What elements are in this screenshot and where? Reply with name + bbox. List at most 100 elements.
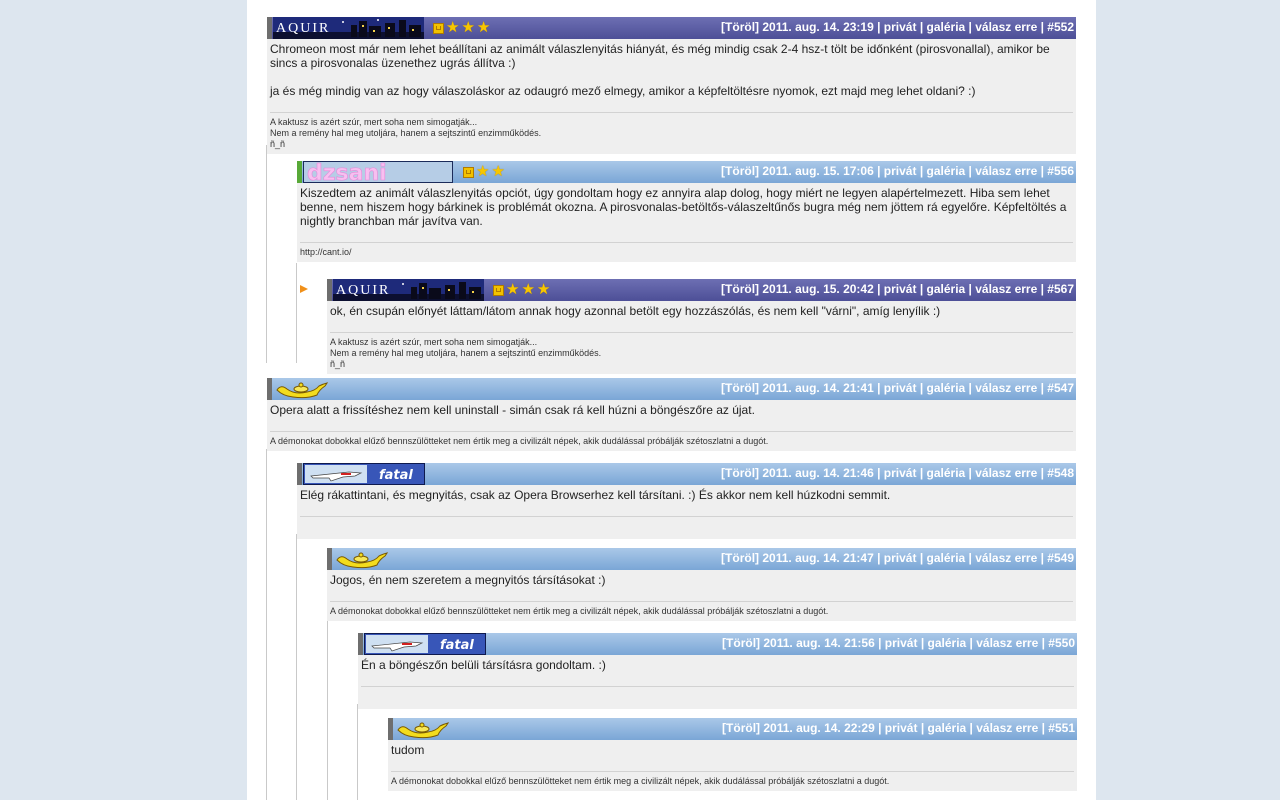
magic-lamp-icon (276, 382, 329, 399)
signature-line: A kaktusz is azért szúr, mert soha nem s… (270, 117, 478, 127)
comment-marker (267, 17, 272, 39)
comment-marker (327, 548, 332, 570)
comment-meta-links[interactable]: [Töröl] 2011. aug. 14. 21:56 | privát | … (722, 636, 1075, 650)
magic-lamp-icon (397, 722, 450, 739)
comment-header: [Töröl] 2011. aug. 14. 21:41 | privát | … (267, 378, 1076, 400)
comment-body: tudom A démonokat dobokkal elűző bennszü… (388, 740, 1077, 791)
comment-marker (297, 161, 302, 183)
comment-text: Jogos, én nem szeretem a megnyitós társí… (330, 573, 606, 587)
avatar-text: AQUIR (336, 283, 390, 298)
comment-text: ok, én csupán előnyét láttam/látom annak… (330, 304, 941, 318)
comment-body: Chromeon most már nem lehet beállítani a… (267, 39, 1076, 154)
comment-meta-links[interactable]: [Töröl] 2011. aug. 14. 23:19 | privát | … (721, 20, 1074, 34)
comment-header: AQUIR ★ ★ ★ [Töröl] 2011. aug. 15. 20:42… (327, 279, 1076, 301)
comment-548: fatal [Töröl] 2011. aug. 14. 21:46 | pri… (297, 463, 1076, 539)
thread-line (296, 263, 297, 363)
comment-marker (297, 463, 302, 485)
comment-header: [Töröl] 2011. aug. 14. 21:47 | privát | … (327, 548, 1076, 570)
user-avatar-fatal[interactable]: fatal (303, 463, 425, 485)
signature-line: ñ_ñ (270, 139, 286, 149)
comment-549: [Töröl] 2011. aug. 14. 21:47 | privát | … (327, 548, 1076, 621)
comment-header: dzsani ★ ★ [Töröl] 2011. aug. 15. 17:06 … (297, 161, 1076, 183)
user-avatar-lamp[interactable] (333, 548, 389, 570)
rank-stars: ★ ★ ★ (493, 281, 551, 298)
comment-meta-links[interactable]: [Töröl] 2011. aug. 14. 21:47 | privát | … (721, 551, 1074, 565)
comment-text: Én a böngészőn belüli társításra gondolt… (361, 658, 606, 672)
comment-meta-links[interactable]: [Töröl] 2011. aug. 14. 21:41 | privát | … (721, 381, 1074, 395)
comment-meta-links[interactable]: [Töröl] 2011. aug. 15. 17:06 | privát | … (721, 164, 1074, 178)
signature-line: A démonokat dobokkal elűző bennszülöttek… (270, 436, 769, 446)
comment-text: Opera alatt a frissítéshez nem kell unin… (270, 403, 755, 417)
crown-icon (433, 22, 444, 34)
comment-550: fatal [Töröl] 2011. aug. 14. 21:56 | pri… (358, 633, 1077, 709)
user-avatar-aquir[interactable]: AQUIR (273, 17, 424, 39)
comment-header: AQUIR ★ ★ ★ [Töröl] 2011. aug. 14. 23:19… (267, 17, 1076, 39)
user-avatar-dzsani[interactable]: dzsani (303, 161, 453, 183)
star-icon: ★ (446, 19, 460, 36)
comment-556: dzsani ★ ★ [Töröl] 2011. aug. 15. 17:06 … (297, 161, 1076, 262)
user-avatar-aquir[interactable]: AQUIR (333, 279, 484, 301)
signature-line: Nem a remény hal meg utoljára, hanem a s… (270, 128, 542, 138)
signature-line: A démonokat dobokkal elűző bennszülöttek… (330, 606, 829, 616)
star-icon: ★ (491, 163, 505, 180)
comment-body: Opera alatt a frissítéshez nem kell unin… (267, 400, 1076, 451)
comment-meta-links[interactable]: [Töröl] 2011. aug. 15. 20:42 | privát | … (721, 282, 1074, 296)
thread-line (266, 145, 267, 363)
comment-marker (358, 633, 363, 655)
comment-body: Kiszedtem az animált válaszlenyitás opci… (297, 183, 1076, 262)
signature-line: Nem a remény hal meg utoljára, hanem a s… (330, 348, 602, 358)
user-signature: A démonokat dobokkal elűző bennszülöttek… (330, 601, 1073, 617)
signature-line: ñ_ñ (330, 359, 346, 369)
star-icon: ★ (476, 19, 491, 36)
signature-line: A démonokat dobokkal elűző bennszülöttek… (391, 776, 890, 786)
user-avatar-lamp[interactable] (273, 378, 329, 400)
user-signature: A démonokat dobokkal elűző bennszülöttek… (391, 771, 1074, 787)
user-signature (361, 686, 1074, 705)
rank-stars: ★ ★ (463, 163, 505, 180)
comment-meta-links[interactable]: [Töröl] 2011. aug. 14. 21:46 | privát | … (721, 466, 1074, 480)
user-signature: http://cant.io/ (300, 242, 1073, 258)
thread-line (327, 619, 328, 800)
star-icon: ★ (506, 281, 520, 298)
comment-thread-page: AQUIR ★ ★ ★ [Töröl] 2011. aug. 14. 23:19… (247, 0, 1096, 800)
comment-body: Jogos, én nem szeretem a megnyitós társí… (327, 570, 1076, 621)
comment-text: ja és még mindig van az hogy válaszolásk… (270, 84, 976, 98)
crown-icon (493, 284, 504, 296)
comment-header: fatal [Töröl] 2011. aug. 14. 21:56 | pri… (358, 633, 1077, 655)
thread-line (296, 534, 297, 800)
avatar-text: fatal (379, 468, 413, 483)
comment-marker (388, 718, 393, 740)
signature-link[interactable]: http://cant.io/ (300, 247, 1073, 258)
comment-text: Elég rákattintani, és megnyitás, csak az… (300, 488, 891, 502)
comment-text: Chromeon most már nem lehet beállítani a… (270, 42, 1050, 70)
crown-icon (463, 166, 474, 178)
star-icon: ★ (476, 163, 490, 180)
comment-text: Kiszedtem az animált válaszlenyitás opci… (300, 186, 1067, 228)
new-comment-arrow-icon (300, 285, 308, 293)
comment-header: [Töröl] 2011. aug. 14. 22:29 | privát | … (388, 718, 1077, 740)
comment-552: AQUIR ★ ★ ★ [Töröl] 2011. aug. 14. 23:19… (267, 17, 1076, 154)
star-icon: ★ (536, 281, 551, 298)
comment-body: Elég rákattintani, és megnyitás, csak az… (297, 485, 1076, 539)
comment-header: fatal [Töröl] 2011. aug. 14. 21:46 | pri… (297, 463, 1076, 485)
star-icon: ★ (461, 19, 475, 36)
user-signature: A démonokat dobokkal elűző bennszülöttek… (270, 431, 1073, 447)
comment-547: [Töröl] 2011. aug. 14. 21:41 | privát | … (267, 378, 1076, 451)
user-signature: A kaktusz is azért szúr, mert soha nem s… (330, 332, 1073, 370)
comment-marker (267, 378, 272, 400)
magic-lamp-icon (336, 552, 389, 569)
avatar-text: fatal (440, 638, 474, 653)
comment-text: tudom (391, 743, 425, 757)
comment-body: ok, én csupán előnyét láttam/látom annak… (327, 301, 1076, 374)
avatar-text: AQUIR (276, 21, 330, 36)
comment-meta-links[interactable]: [Töröl] 2011. aug. 14. 22:29 | privát | … (722, 721, 1075, 735)
signature-line: A kaktusz is azért szúr, mert soha nem s… (330, 337, 538, 347)
user-signature: A kaktusz is azért szúr, mert soha nem s… (270, 112, 1073, 150)
user-signature (300, 516, 1073, 535)
comment-567: AQUIR ★ ★ ★ [Töröl] 2011. aug. 15. 20:42… (327, 279, 1076, 374)
rank-stars: ★ ★ ★ (433, 19, 491, 36)
thread-line (266, 449, 267, 800)
user-avatar-lamp[interactable] (394, 718, 450, 740)
user-avatar-fatal[interactable]: fatal (364, 633, 486, 655)
comment-body: Én a böngészőn belüli társításra gondolt… (358, 655, 1077, 709)
